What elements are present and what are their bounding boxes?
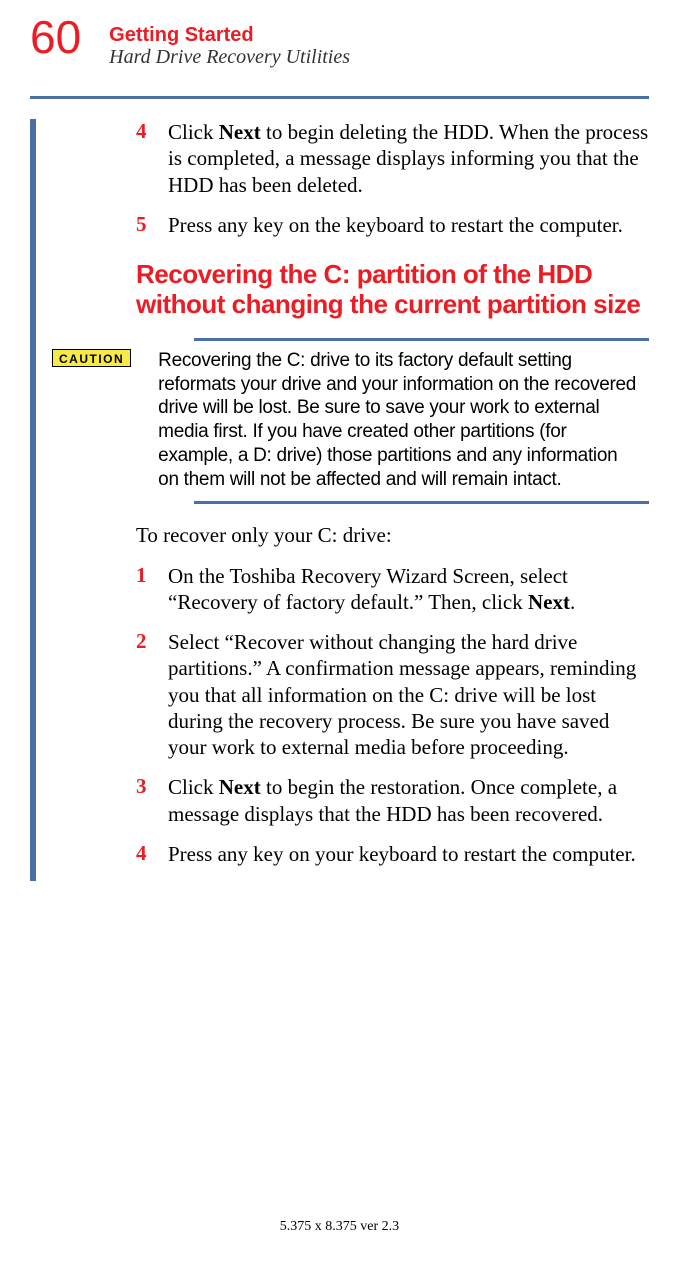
step-number: 2 bbox=[136, 629, 168, 760]
caution-text: Recovering the C: drive to its factory d… bbox=[158, 349, 649, 492]
step-number: 3 bbox=[136, 774, 168, 827]
step-number: 4 bbox=[136, 119, 168, 198]
step-text: On the Toshiba Recovery Wizard Screen, s… bbox=[168, 563, 649, 616]
page-header: 60 Getting Started Hard Drive Recovery U… bbox=[30, 20, 649, 68]
step-text: Press any key on your keyboard to restar… bbox=[168, 841, 636, 867]
list-item: 1 On the Toshiba Recovery Wizard Screen,… bbox=[36, 563, 649, 616]
step-text: Click Next to begin the restoration. Onc… bbox=[168, 774, 649, 827]
list-item: 2 Select “Recover without changing the h… bbox=[36, 629, 649, 760]
caution-badge: CAUTION bbox=[52, 349, 131, 367]
footer-text: 5.375 x 8.375 ver 2.3 bbox=[0, 1219, 679, 1235]
list-item: 4 Press any key on your keyboard to rest… bbox=[36, 841, 649, 867]
divider bbox=[194, 501, 649, 504]
step-number: 4 bbox=[136, 841, 168, 867]
list-item: 4 Click Next to begin deleting the HDD. … bbox=[36, 119, 649, 198]
page-number: 60 bbox=[30, 14, 81, 60]
section-heading: Recovering the C: partition of the HDD w… bbox=[136, 260, 649, 320]
intro-text: To recover only your C: drive: bbox=[136, 522, 649, 548]
divider bbox=[30, 96, 649, 99]
step-text: Select “Recover without changing the har… bbox=[168, 629, 649, 760]
caution-block: CAUTION Recovering the C: drive to its f… bbox=[36, 349, 649, 492]
list-item: 5 Press any key on the keyboard to resta… bbox=[36, 212, 649, 238]
step-number: 1 bbox=[136, 563, 168, 616]
header-title: Getting Started bbox=[109, 24, 350, 46]
step-text: Click Next to begin deleting the HDD. Wh… bbox=[168, 119, 649, 198]
header-subtitle: Hard Drive Recovery Utilities bbox=[109, 46, 350, 68]
step-number: 5 bbox=[136, 212, 168, 238]
step-text: Press any key on the keyboard to restart… bbox=[168, 212, 623, 238]
list-item: 3 Click Next to begin the restoration. O… bbox=[36, 774, 649, 827]
divider bbox=[194, 338, 649, 341]
